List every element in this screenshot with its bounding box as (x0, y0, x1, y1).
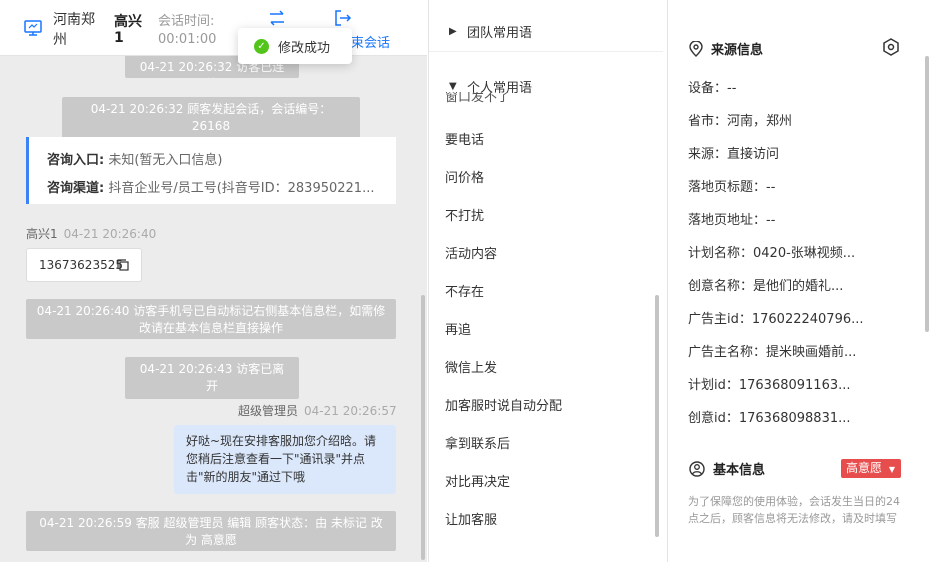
sender-name: 超级管理员 (238, 404, 299, 418)
info-field: 创意名称：是他们的婚礼... (688, 279, 844, 294)
intent-dropdown[interactable]: 高意愿 ▼ (841, 459, 901, 478)
info-field: 广告主名称：提米映画婚前... (688, 345, 857, 360)
info-field: 广告主id：176022240796... (688, 312, 864, 327)
location-pin-icon (689, 40, 703, 57)
info-field: 计划id：176368091163... (688, 378, 851, 393)
user-circle-icon (689, 460, 705, 477)
source-channel-value: 抖音企业号/员工号(抖音号ID：283950221... (108, 181, 375, 196)
edit-deadline-note: 为了保障您的使用体验，会话发生当日的24点之后，顾客信息将无法修改，请及时填写 (688, 495, 900, 525)
source-channel-row: 咨询渠道: 抖音企业号/员工号(抖音号ID：283950221... (47, 175, 392, 203)
source-info-title: 来源信息 (689, 39, 763, 58)
phrase-item[interactable]: 让加客服 (445, 509, 497, 528)
phrase-item[interactable]: 问价格 (445, 167, 484, 186)
info-field: 设备：-- (688, 81, 737, 96)
customer-service-workspace: 河南郑州 高兴1 会话时间: 00:01:00 束会话 ✓ 修改成功 04-21… (0, 0, 933, 562)
session-time-label: 会话时间: (158, 14, 215, 29)
toast-text: 修改成功 (278, 40, 331, 56)
message-time: 04-21 20:26:40 (63, 227, 157, 241)
message-time: 04-21 20:26:57 (304, 404, 397, 418)
phrase-item[interactable]: 加客服时说自动分配 (445, 395, 562, 414)
source-channel-label: 咨询渠道: (47, 181, 105, 196)
sender-name: 高兴1 (26, 227, 58, 241)
end-session-icon[interactable] (334, 10, 352, 26)
visitor-location: 河南郑州 (53, 12, 95, 48)
agent-message-meta: 超级管理员 04-21 20:26:57 (238, 402, 397, 419)
caret-down-icon: ▼ (888, 465, 895, 474)
basic-info-title: 基本信息 (689, 459, 765, 478)
success-toast: ✓ 修改成功 (238, 28, 352, 64)
phrase-item[interactable]: 活动内容 (445, 243, 497, 262)
phrase-item[interactable]: 不打扰 (445, 205, 484, 224)
chat-scrollbar[interactable] (421, 295, 425, 560)
phrase-item[interactable]: 对比再决定 (445, 471, 510, 490)
caret-down-icon: ▼ (449, 80, 457, 92)
settings-icon[interactable] (882, 38, 900, 56)
check-circle-icon: ✓ (254, 38, 269, 54)
session-time-value: 00:01:00 (158, 32, 217, 47)
group-label: 团队常用语 (467, 26, 533, 41)
system-message: 04-21 20:26:40 访客手机号已自动标记右侧基本信息栏，如需修改请在基… (26, 299, 396, 339)
info-field: 计划名称：0420-张琳视频... (688, 246, 856, 261)
copy-icon[interactable] (117, 259, 129, 271)
info-field: 落地页地址：-- (688, 213, 776, 228)
system-message: 04-21 20:26:59 客服 超级管理员 编辑 顾客状态：由 未标记 改为… (26, 511, 396, 551)
info-field: 创意id：176368098831... (688, 411, 851, 426)
caret-right-icon: ▶ (449, 26, 457, 37)
system-message: 04-21 20:26:32 顾客发起会话，会话编号：26168 (62, 97, 360, 139)
phrase-item[interactable]: 拿到联系后 (445, 433, 510, 452)
transfer-icon[interactable] (267, 10, 287, 26)
intent-label: 高意愿 (846, 461, 883, 475)
team-phrases-group[interactable]: ▶ 团队常用语 (429, 12, 663, 52)
monitor-icon (24, 20, 42, 36)
source-entry-value: 未知(暂无入口信息) (108, 153, 223, 168)
chat-panel: 河南郑州 高兴1 会话时间: 00:01:00 束会话 ✓ 修改成功 04-21… (0, 0, 427, 562)
customer-info-panel: 来源信息 设备：-- 省市：河南，郑州 来源：直接访问 落地页标题：-- 落地页… (669, 0, 933, 562)
phrase-item[interactable]: 微信上发 (445, 357, 497, 376)
visitor-name: 高兴1 (114, 14, 142, 46)
phrase-item[interactable]: 再追 (445, 319, 471, 338)
chat-header: 河南郑州 高兴1 会话时间: 00:01:00 束会话 (0, 0, 427, 56)
phrase-item[interactable]: 不存在 (445, 281, 484, 300)
source-card: 咨询入口: 未知(暂无入口信息) 咨询渠道: 抖音企业号/员工号(抖音号ID：2… (26, 137, 396, 204)
visitor-message-meta: 高兴1 04-21 20:26:40 (26, 225, 156, 242)
end-session-button[interactable]: 束会话 (351, 32, 390, 51)
section-title-text: 来源信息 (711, 43, 764, 58)
phrase-item[interactable]: 要电话 (445, 129, 484, 148)
phrases-panel: ▶ 团队常用语 ▼ 个人常用语 窗口发不了 要电话 问价格 不打扰 活动内容 不… (428, 0, 668, 562)
phrases-scrollbar[interactable] (655, 295, 659, 537)
agent-message-bubble: 好哒~现在安排客服加您介绍晗。请您稍后注意查看一下"通讯录"并点击"新的朋友"通… (174, 425, 396, 494)
section-title-text: 基本信息 (713, 463, 766, 478)
system-message: 04-21 20:26:43 访客已离开 (125, 357, 299, 399)
source-entry-row: 咨询入口: 未知(暂无入口信息) (47, 147, 392, 175)
info-scrollbar[interactable] (925, 56, 929, 332)
source-entry-label: 咨询入口: (47, 153, 105, 168)
phrase-item[interactable]: 窗口发不了 (445, 92, 510, 104)
info-field: 省市：河南，郑州 (688, 114, 793, 129)
info-field: 来源：直接访问 (688, 147, 780, 162)
info-field: 落地页标题：-- (688, 180, 776, 195)
